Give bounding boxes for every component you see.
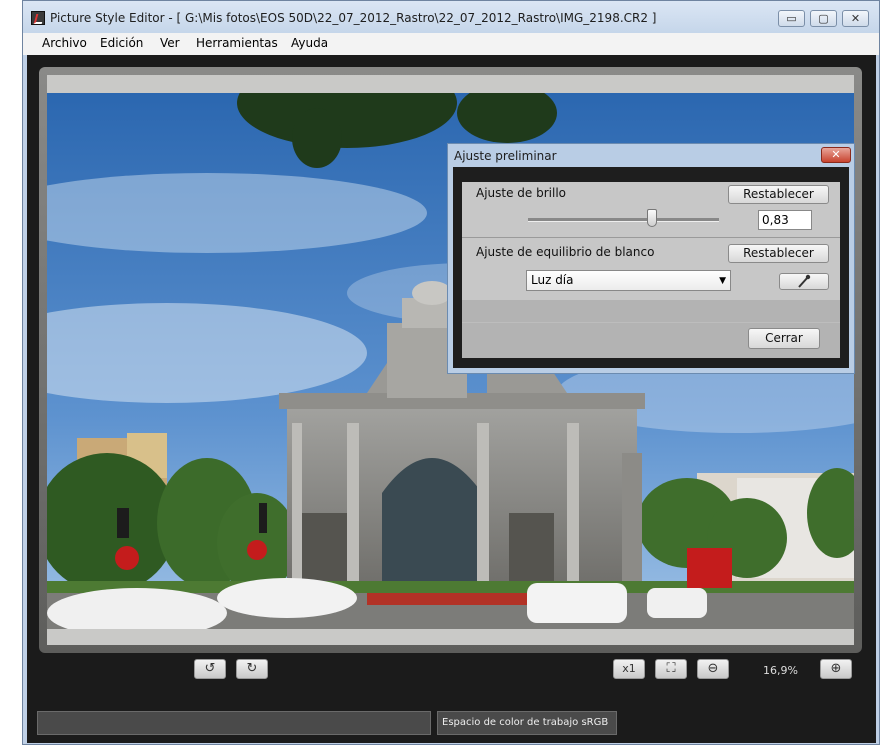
dialog-panel: Ajuste de brillo Restablecer 0,83 Ajuste… (462, 182, 840, 358)
zoom-out-icon[interactable]: ⊖ (697, 659, 729, 679)
brightness-reset-button[interactable]: Restablecer (728, 185, 829, 204)
mat-bottom (47, 629, 854, 645)
status-field-left (37, 711, 431, 735)
brightness-value-input[interactable]: 0,83 (758, 210, 812, 230)
close-window-button[interactable]: ✕ (842, 10, 869, 27)
status-bar: Espacio de color de trabajo sRGB (27, 703, 876, 743)
white-balance-label: Ajuste de equilibrio de blanco (476, 245, 655, 259)
white-balance-reset-button[interactable]: Restablecer (728, 244, 829, 263)
menu-edicion[interactable]: Edición (100, 36, 143, 50)
minimize-button[interactable]: ▭ (778, 10, 805, 27)
fit-screen-icon[interactable]: ⛶ (655, 659, 687, 679)
title-bar: Picture Style Editor - [ G:\Mis fotos\EO… (23, 1, 879, 33)
maximize-button[interactable]: ▢ (810, 10, 837, 27)
white-balance-select[interactable]: Luz día ▼ (526, 270, 731, 291)
dialog-body: Ajuste de brillo Restablecer 0,83 Ajuste… (453, 167, 849, 368)
zoom-in-icon[interactable]: ⊕ (820, 659, 852, 679)
menu-herramientas[interactable]: Herramientas (196, 36, 278, 50)
menu-archivo[interactable]: Archivo (42, 36, 87, 50)
dialog-lower-area: Cerrar (462, 300, 840, 358)
zoom-1x-button[interactable]: x1 (613, 659, 645, 679)
lower-separator (462, 322, 840, 323)
menu-ayuda[interactable]: Ayuda (291, 36, 328, 50)
dropdown-arrow-icon: ▼ (719, 276, 726, 286)
brightness-slider-thumb[interactable] (647, 209, 658, 227)
eyedropper-icon (798, 274, 811, 288)
brightness-slider-track[interactable] (528, 218, 719, 222)
preliminary-adjust-dialog: Ajuste preliminar ✕ Ajuste de brillo Res… (447, 143, 855, 374)
menu-bar: Archivo Edición Ver Herramientas Ayuda (23, 33, 879, 55)
app-icon (31, 11, 45, 25)
menu-ver[interactable]: Ver (160, 36, 180, 50)
window-title: Picture Style Editor - [ G:\Mis fotos\EO… (50, 11, 657, 25)
rotate-right-icon[interactable]: ↻ (236, 659, 268, 679)
zoom-value: 16,9% (763, 664, 798, 677)
rotate-left-icon[interactable]: ↺ (194, 659, 226, 679)
color-space-status: Espacio de color de trabajo sRGB (437, 711, 617, 735)
eyedropper-button[interactable] (779, 273, 829, 290)
close-dialog-button[interactable]: Cerrar (748, 328, 820, 349)
dialog-close-icon[interactable]: ✕ (821, 147, 851, 163)
dialog-title: Ajuste preliminar (454, 149, 557, 163)
mat-top (47, 75, 854, 93)
white-balance-selected: Luz día (531, 273, 574, 287)
brightness-label: Ajuste de brillo (476, 186, 567, 200)
separator (462, 237, 840, 238)
